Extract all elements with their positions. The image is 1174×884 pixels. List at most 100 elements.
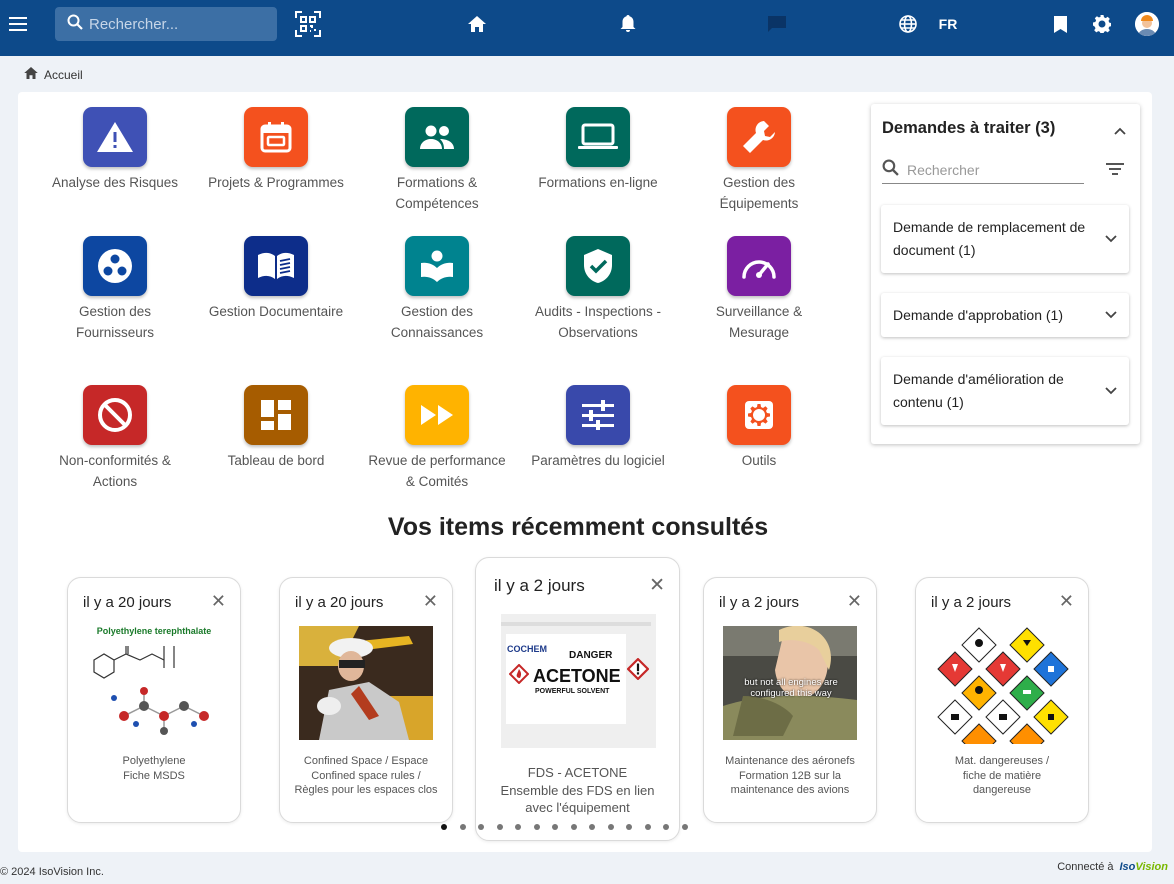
tile-tableau-de-bord[interactable]: Tableau de bord — [206, 385, 346, 472]
caption-line: fiche de matière — [962, 769, 1042, 782]
carousel-dot[interactable] — [681, 824, 688, 830]
carousel-dot[interactable] — [570, 824, 577, 830]
recent-card-date: il y a 20 jours — [295, 594, 384, 611]
carousel-dot[interactable] — [626, 824, 632, 830]
carousel-dot[interactable] — [644, 824, 651, 830]
caption-line: Règles pour les espaces clos — [294, 784, 438, 796]
image-caption: Polyethylene terephthalate — [96, 626, 212, 636]
recent-card-date: il y a 2 jours — [719, 594, 800, 611]
carousel-dot[interactable] — [515, 824, 521, 830]
search-box[interactable] — [55, 7, 277, 41]
tile-parametres[interactable]: Paramètres du logiciel — [528, 385, 668, 472]
tile-audits[interactable]: Audits - Inspections - Observations — [528, 236, 668, 343]
tile-label: Gestion des Connaissances — [390, 304, 484, 340]
request-item[interactable]: Demande de remplacement de document (1) — [881, 205, 1129, 273]
recent-title: Vos items récemment consultés — [387, 513, 769, 541]
recent-card-caption: Maintenance des aéronefs Formation 12B s… — [712, 754, 868, 798]
caption-line: Fiche MSDS — [123, 769, 185, 782]
recent-card-featured[interactable]: il y a 2 jours ✕ COCHEM DANGER ACETONE P… — [475, 557, 680, 841]
tile-label: Gestion des Équipements — [719, 175, 799, 211]
home-icon[interactable] — [24, 67, 38, 82]
carousel-dot[interactable] — [478, 824, 484, 830]
tile-formations-en-ligne[interactable]: Formations en-ligne — [528, 107, 668, 194]
recent-card[interactable]: il y a 2 jours ✕ Mat. dangereuses / fich… — [915, 577, 1089, 823]
carousel-dot[interactable] — [607, 824, 614, 830]
close-icon[interactable]: ✕ — [1059, 591, 1074, 612]
tile-surveillance[interactable]: Surveillance & Mesurage — [689, 236, 829, 343]
tile-analyse-risques[interactable]: Analyse des Risques — [45, 107, 185, 194]
close-icon[interactable]: ✕ — [847, 591, 862, 612]
requests-search-input[interactable] — [907, 161, 1077, 178]
bell-icon[interactable] — [618, 14, 638, 34]
tile-gestion-documentaire[interactable]: Gestion Documentaire — [206, 236, 346, 323]
recent-card[interactable]: il y a 2 jours ✕ but not all engines are… — [703, 577, 877, 823]
language-selector[interactable]: FR — [936, 14, 960, 34]
carousel-dot[interactable] — [589, 824, 595, 830]
settings-icon[interactable] — [1092, 14, 1112, 34]
carousel-dot[interactable] — [533, 824, 540, 830]
flame-diamond-icon — [509, 664, 529, 684]
tile-gestion-equipements[interactable]: Gestion des Équipements — [689, 107, 829, 214]
search-input[interactable] — [89, 15, 259, 33]
tile-gestion-fournisseurs[interactable]: Gestion des Fournisseurs — [45, 236, 185, 343]
recent-card-caption: Polyethylene Fiche MSDS — [76, 754, 232, 783]
tile-revue-performance[interactable]: Revue de performance & Comités — [367, 385, 507, 492]
fast-forward-icon — [405, 385, 469, 445]
filter-icon[interactable] — [1106, 162, 1124, 181]
requests-panel: Demandes à traiter (3) Demande de rempla… — [871, 104, 1140, 444]
bookmark-icon[interactable] — [1050, 14, 1070, 34]
tile-label: Paramètres du logiciel — [531, 453, 665, 468]
carousel-dot[interactable] — [441, 824, 447, 830]
recent-card[interactable]: il y a 20 jours ✕ Polyethylene terephtha… — [67, 577, 241, 823]
requests-title: Demandes à traiter (3) — [882, 119, 1056, 137]
carousel-dot[interactable] — [663, 824, 669, 830]
request-item[interactable]: Demande d'approbation (1) — [881, 293, 1129, 337]
carousel-dot[interactable] — [552, 824, 558, 830]
tile-non-conformites[interactable]: Non-conformités & Actions — [45, 385, 185, 492]
aircraft-maintenance-image: but not all engines are configured this … — [723, 626, 857, 740]
dashboard-icon — [244, 385, 308, 445]
tile-label: Formations & Compétences — [395, 175, 479, 211]
chat-icon[interactable] — [767, 14, 787, 34]
acetone-subtitle: POWERFUL SOLVENT — [535, 688, 610, 695]
block-icon — [83, 385, 147, 445]
tile-gestion-connaissances[interactable]: Gestion des Connaissances — [367, 236, 507, 343]
tile-projets[interactable]: Projets & Programmes — [206, 107, 346, 194]
acetone-product: ACETONE — [533, 666, 621, 686]
caption-line: FDS - ACETONE — [527, 765, 628, 780]
carousel-dot[interactable] — [459, 824, 466, 830]
tile-label: Projets & Programmes — [208, 175, 344, 190]
home-icon[interactable] — [467, 14, 487, 34]
logo-part: Iso — [1119, 861, 1136, 873]
menu-icon[interactable] — [8, 14, 28, 34]
caption-line: Polyethylene — [122, 755, 186, 767]
footer-logo[interactable]: IsoVision — [1119, 861, 1168, 873]
footer-connected: Connecté à IsoVision — [1057, 861, 1168, 873]
carousel-dots — [441, 824, 700, 830]
caption-line: maintenance des avions — [730, 784, 850, 796]
globe-icon[interactable] — [898, 14, 918, 34]
request-label: Demande d'amélioration de contenu (1) — [893, 371, 1064, 410]
breadcrumb-home[interactable]: Accueil — [44, 68, 83, 82]
gear-icon — [727, 385, 791, 445]
chevron-up-icon[interactable] — [1114, 122, 1126, 140]
calendar-icon — [244, 107, 308, 167]
close-icon[interactable]: ✕ — [423, 591, 438, 612]
requests-search[interactable] — [882, 156, 1084, 184]
carousel-dot[interactable] — [496, 824, 503, 830]
image-subtitle-text: but not all engines are configured this … — [744, 677, 838, 699]
tile-label: Non-conformités & Actions — [59, 453, 171, 489]
tile-formations-competences[interactable]: Formations & Compétences — [367, 107, 507, 214]
search-icon — [882, 159, 899, 181]
recent-card[interactable]: il y a 20 jours ✕ Confined Space / Espac… — [279, 577, 453, 823]
recent-card-date: il y a 20 jours — [83, 594, 172, 611]
gauge-icon — [727, 236, 791, 296]
avatar[interactable] — [1135, 12, 1159, 36]
tile-outils[interactable]: Outils — [689, 385, 829, 472]
logo-part: Vision — [1135, 861, 1168, 873]
top-bar: FR — [0, 0, 1174, 56]
close-icon[interactable]: ✕ — [211, 591, 226, 612]
request-item[interactable]: Demande d'amélioration de contenu (1) — [881, 357, 1129, 425]
qr-code-icon[interactable] — [293, 9, 323, 39]
close-icon[interactable]: ✕ — [649, 574, 665, 597]
